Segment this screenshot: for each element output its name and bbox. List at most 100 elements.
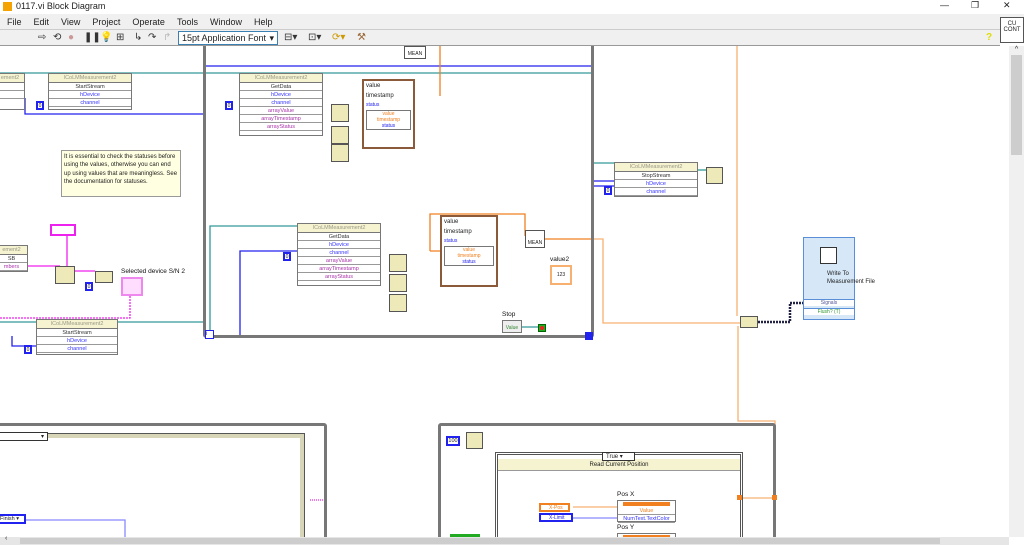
- menu-tools[interactable]: Tools: [177, 17, 198, 27]
- case-selector-true[interactable]: True ▾: [602, 452, 635, 461]
- node-row: hDevice: [37, 337, 117, 345]
- node-row: arrayTimestamp: [240, 115, 322, 123]
- cluster-constant-1[interactable]: value timestamp status value timestamp s…: [362, 79, 415, 149]
- step-into-icon[interactable]: ↳: [134, 32, 142, 43]
- mean-function[interactable]: MEAN: [404, 46, 426, 59]
- context-help-button[interactable]: CU CONT: [1000, 17, 1024, 43]
- value2-indicator[interactable]: 123: [550, 265, 572, 285]
- node-row: NumText.TextColor: [618, 515, 675, 523]
- property-node-partial-2[interactable]: ement2 SB mbers: [0, 245, 28, 272]
- highlight-execution-icon[interactable]: 💡: [100, 32, 112, 43]
- cluster-constant-2[interactable]: value timestamp status value timestamp s…: [440, 215, 498, 287]
- pause-icon[interactable]: ❚❚: [84, 32, 101, 43]
- channel-constant[interactable]: 0: [604, 186, 612, 195]
- distribute-objects-icon[interactable]: ⊡▾: [308, 32, 321, 43]
- unbundle-row: status: [462, 259, 476, 265]
- window-title: 0117.vi Block Diagram: [16, 1, 106, 11]
- menu-window[interactable]: Window: [210, 17, 242, 27]
- write-to-measurement-file-express-vi[interactable]: Write To Measurement File Signals Flush?…: [803, 237, 875, 320]
- loop-condition-terminal[interactable]: [585, 332, 593, 340]
- node-method: GetData: [298, 233, 380, 241]
- flush-input: Flush? (T): [804, 308, 854, 315]
- cleanup-diagram-icon[interactable]: ⚒: [357, 32, 366, 43]
- minimize-button[interactable]: —: [940, 0, 949, 10]
- getdata-node-2[interactable]: ICoLMMeasurement2 GetData hDevice channe…: [297, 223, 381, 286]
- wait-ms-icon[interactable]: [466, 432, 483, 449]
- menu-file[interactable]: File: [7, 17, 22, 27]
- run-icon[interactable]: ⇨: [38, 32, 46, 43]
- maximize-button[interactable]: ❐: [971, 0, 979, 11]
- channel-constant[interactable]: 0: [24, 345, 32, 354]
- index-array-icon[interactable]: [389, 294, 407, 312]
- vertical-scroll-thumb[interactable]: [1011, 55, 1022, 155]
- getdata-node-1[interactable]: ICoLMMeasurement2 GetData hDevice channe…: [239, 73, 323, 136]
- posx-label: Pos X: [617, 491, 635, 498]
- index-array-icon[interactable]: [331, 104, 349, 122]
- mean-function-2[interactable]: MEAN: [525, 230, 545, 248]
- index-constant[interactable]: 0: [85, 282, 93, 291]
- node-class: ement2: [0, 246, 27, 255]
- channel-constant[interactable]: 0: [283, 252, 291, 261]
- vertical-scrollbar[interactable]: ^: [1009, 46, 1024, 537]
- unbundle-by-name[interactable]: value timestamp status: [366, 110, 411, 130]
- menu-view[interactable]: View: [61, 17, 80, 27]
- posy-label: Pos Y: [617, 524, 635, 531]
- menu-help[interactable]: Help: [254, 17, 273, 27]
- finish-enum-constant[interactable]: Finish ▾: [0, 514, 26, 524]
- abort-icon[interactable]: ●: [68, 32, 74, 43]
- posx-property-node[interactable]: Value NumText.TextColor: [617, 500, 676, 523]
- unbundle-by-name[interactable]: value timestamp status: [444, 246, 494, 266]
- close-button[interactable]: ✕: [1003, 0, 1011, 11]
- font-select[interactable]: 15pt Application Font ▾: [178, 31, 278, 45]
- node-row: Value: [618, 507, 675, 515]
- bottom-left-case-structure[interactable]: [0, 433, 305, 537]
- startstream-node-top[interactable]: ICoLMMeasurement2 StartStream hDevice ch…: [48, 73, 132, 110]
- channel-constant[interactable]: 0: [225, 101, 233, 110]
- dbl-wire: [593, 238, 740, 324]
- block-diagram-canvas[interactable]: ement2 ement2 SB mbers ICoLMMeasurement2…: [0, 46, 1009, 537]
- scroll-up-icon[interactable]: ^: [1009, 46, 1024, 53]
- horizontal-scroll-thumb[interactable]: [20, 538, 940, 544]
- scroll-left-icon[interactable]: ‹: [5, 535, 7, 542]
- wait-ms-constant[interactable]: 100: [446, 436, 460, 446]
- node-row: arrayValue: [298, 257, 380, 265]
- string-array-constant[interactable]: [50, 224, 76, 236]
- horizontal-scrollbar[interactable]: ‹: [0, 535, 1009, 545]
- menu-edit[interactable]: Edit: [34, 17, 50, 27]
- node-method: StartStream: [37, 329, 117, 337]
- title-bar: 0117.vi Block Diagram — ❐ ✕: [0, 0, 1024, 14]
- index-array-icon[interactable]: [331, 144, 349, 162]
- step-out-icon[interactable]: ↱: [163, 32, 171, 43]
- index-array-icon[interactable]: [331, 126, 349, 144]
- index-array-icon[interactable]: [389, 274, 407, 292]
- index-array-icon[interactable]: [389, 254, 407, 272]
- property-node-partial[interactable]: ement2: [0, 73, 25, 110]
- cluster-field: value: [444, 219, 459, 225]
- align-objects-icon[interactable]: ⊟▾: [284, 32, 297, 43]
- node-class: ICoLMMeasurement2: [49, 74, 131, 83]
- xpos-local-variable[interactable]: X-Pos: [539, 503, 570, 512]
- step-over-icon[interactable]: ↷: [148, 32, 156, 43]
- menu-project[interactable]: Project: [92, 17, 120, 27]
- run-continuously-icon[interactable]: ⟲: [53, 32, 61, 43]
- array-subset-icon[interactable]: [95, 271, 113, 283]
- stopstream-node[interactable]: ICoLMMeasurement2 StopStream hDevice cha…: [614, 162, 698, 197]
- xlimit-local-variable[interactable]: X-Limit: [539, 513, 573, 522]
- stop-condition-icon[interactable]: [538, 324, 546, 332]
- case-selector[interactable]: ▾: [0, 432, 48, 441]
- menu-operate[interactable]: Operate: [132, 17, 165, 27]
- cluster-field: timestamp: [366, 93, 394, 99]
- retain-wire-values-icon[interactable]: ⊞: [116, 32, 124, 43]
- node-method: StartStream: [49, 83, 131, 91]
- merge-signals-icon[interactable]: [740, 316, 758, 328]
- node-method: GetData: [240, 83, 322, 91]
- channel-constant[interactable]: 0: [36, 101, 44, 110]
- index-array-icon[interactable]: [55, 266, 75, 284]
- question-icon[interactable]: ?: [986, 32, 992, 43]
- stop-button-terminal[interactable]: Value: [502, 320, 522, 333]
- reorder-icon[interactable]: ⟳▾: [332, 32, 345, 43]
- startstream-node-bottom[interactable]: ICoLMMeasurement2 StartStream hDevice ch…: [36, 319, 118, 355]
- comment-note[interactable]: It is essential to check the statuses be…: [61, 150, 181, 197]
- selected-device-indicator[interactable]: [121, 277, 143, 296]
- close-reference-icon[interactable]: [706, 167, 723, 184]
